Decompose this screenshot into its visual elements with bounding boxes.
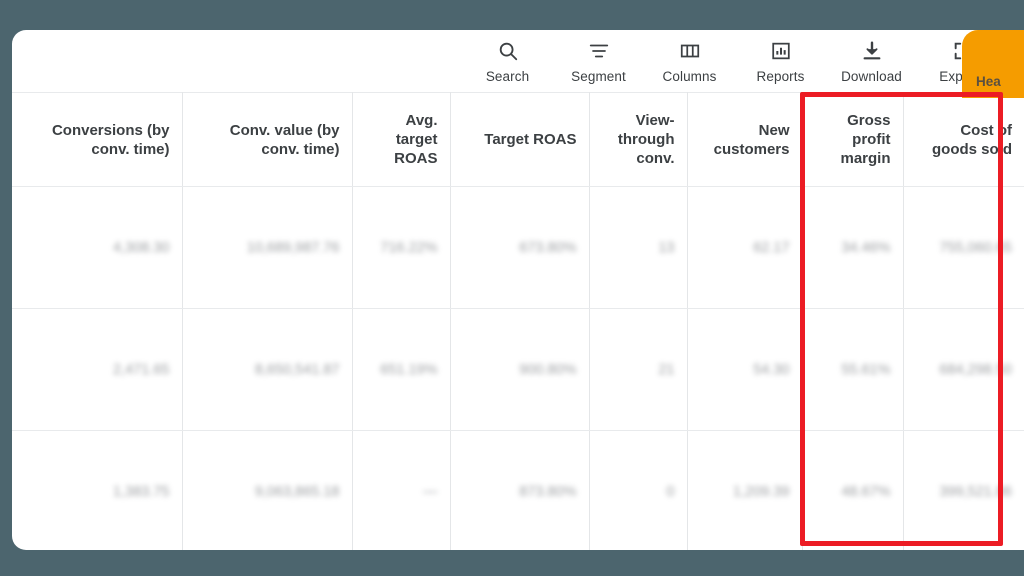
metrics-table: Conversions (by conv. time) Conv. value … xyxy=(12,92,1024,550)
cell-cost-of-goods-sold: 399,521.86 xyxy=(903,430,1024,550)
segment-icon xyxy=(588,38,610,64)
toolbar-button-search[interactable]: Search xyxy=(462,30,553,84)
cell-gross-profit-margin: 34.46% xyxy=(802,186,904,309)
cell-conversions: 2,471.65 xyxy=(12,308,183,431)
help-side-tab[interactable]: Hea xyxy=(962,30,1024,98)
cell-target-roas: 673.80% xyxy=(450,186,590,309)
toolbar-button-reports[interactable]: Reports xyxy=(735,30,826,84)
table-toolbar: Search Segment Columns Reports Download xyxy=(12,30,1024,92)
cell-avg-target-roas: 716.22% xyxy=(352,186,451,309)
cell-cost-of-goods-sold: 755,060.65 xyxy=(903,186,1024,309)
column-header-conv-value[interactable]: Conv. value (by conv. time) xyxy=(182,92,353,187)
toolbar-label-download: Download xyxy=(841,69,902,84)
table-header-row: Conversions (by conv. time) Conv. value … xyxy=(12,92,1024,187)
cell-gross-profit-margin: 48.67% xyxy=(802,430,904,550)
column-header-avg-target-roas[interactable]: Avg. target ROAS xyxy=(352,92,451,187)
column-header-target-roas[interactable]: Target ROAS xyxy=(450,92,590,187)
column-header-new-customers[interactable]: New customers xyxy=(687,92,803,187)
column-header-view-through-conv[interactable]: View-through conv. xyxy=(589,92,688,187)
column-header-cost-of-goods-sold[interactable]: Cost of goods sold xyxy=(903,92,1024,187)
cell-avg-target-roas: 651.19% xyxy=(352,308,451,431)
cell-conversions: 1,383.75 xyxy=(12,430,183,550)
table-row: 1,383.75 9,063,865.18 — 873.80% 0 1,209.… xyxy=(12,430,1024,550)
cell-view-through-conv: 13 xyxy=(589,186,688,309)
cell-new-customers: 54.30 xyxy=(687,308,803,431)
cell-new-customers: 62.17 xyxy=(687,186,803,309)
cell-conv-value: 8,650,541.87 xyxy=(182,308,353,431)
column-header-gross-profit-margin[interactable]: Gross profit margin xyxy=(802,92,904,187)
cell-gross-profit-margin: 55.61% xyxy=(802,308,904,431)
cell-conversions: 4,308.30 xyxy=(12,186,183,309)
toolbar-label-reports: Reports xyxy=(756,69,805,84)
cell-avg-target-roas: — xyxy=(352,430,451,550)
toolbar-label-columns: Columns xyxy=(662,69,717,84)
help-side-tab-label: Hea xyxy=(976,74,1001,89)
report-card: Search Segment Columns Reports Download … xyxy=(12,30,1024,550)
column-header-conversions[interactable]: Conversions (by conv. time) xyxy=(12,92,183,187)
cell-target-roas: 873.80% xyxy=(450,430,590,550)
cell-new-customers: 1,209.39 xyxy=(687,430,803,550)
cell-cost-of-goods-sold: 684,298.50 xyxy=(903,308,1024,431)
table-row: 4,308.30 10,689,987.76 716.22% 673.80% 1… xyxy=(12,186,1024,309)
cell-view-through-conv: 21 xyxy=(589,308,688,431)
cell-conv-value: 9,063,865.18 xyxy=(182,430,353,550)
columns-icon xyxy=(679,38,701,64)
cell-view-through-conv: 0 xyxy=(589,430,688,550)
toolbar-button-segment[interactable]: Segment xyxy=(553,30,644,84)
toolbar-label-segment: Segment xyxy=(571,69,626,84)
table-row: 2,471.65 8,650,541.87 651.19% 900.80% 21… xyxy=(12,308,1024,431)
toolbar-button-download[interactable]: Download xyxy=(826,30,917,84)
search-icon xyxy=(497,38,519,64)
cell-conv-value: 10,689,987.76 xyxy=(182,186,353,309)
toolbar-label-search: Search xyxy=(485,69,530,84)
reports-icon xyxy=(770,38,792,64)
toolbar-button-columns[interactable]: Columns xyxy=(644,30,735,84)
download-icon xyxy=(861,38,883,64)
cell-target-roas: 900.80% xyxy=(450,308,590,431)
